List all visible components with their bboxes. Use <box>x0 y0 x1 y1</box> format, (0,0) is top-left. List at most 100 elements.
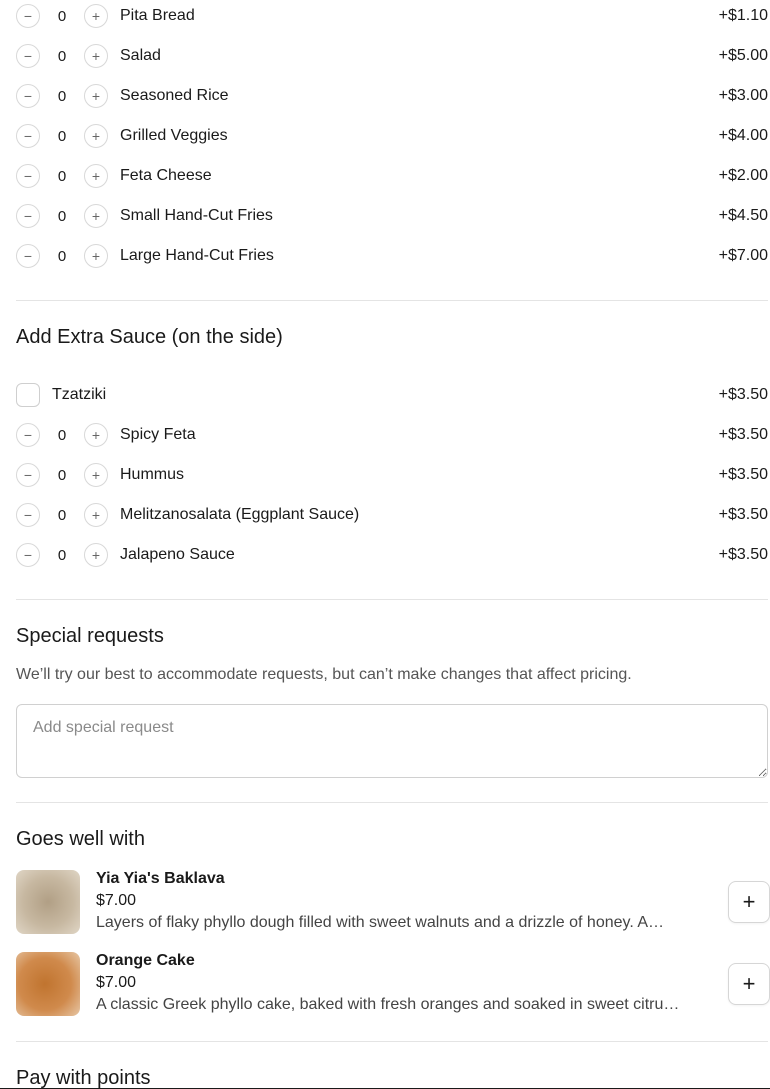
increment-button[interactable]: + <box>84 44 108 68</box>
plus-icon: + <box>91 507 101 523</box>
minus-icon: − <box>23 427 33 443</box>
add-item-button[interactable]: + <box>728 881 770 923</box>
decrement-button[interactable]: − <box>16 463 40 487</box>
option-price: +$2.00 <box>718 167 768 184</box>
quantity-value: 0 <box>57 546 67 564</box>
goes-well-with-title: Goes well with <box>16 828 145 850</box>
increment-button[interactable]: + <box>84 423 108 447</box>
increment-button[interactable]: + <box>84 4 108 28</box>
plus-icon: + <box>742 889 756 914</box>
recommendation-item: Orange Cake $7.00 A classic Greek phyllo… <box>16 952 770 1018</box>
plus-icon: + <box>91 48 101 64</box>
option-label: Salad <box>120 47 161 64</box>
decrement-button[interactable]: − <box>16 164 40 188</box>
sauce-option-row: − 0 + Jalapeno Sauce +$3.50 <box>16 539 768 571</box>
option-label: Pita Bread <box>120 7 195 24</box>
quantity-value: 0 <box>57 207 67 225</box>
plus-icon: + <box>91 467 101 483</box>
quantity-value: 0 <box>57 7 67 25</box>
special-request-input[interactable] <box>16 704 768 778</box>
add-item-button[interactable]: + <box>728 963 770 1005</box>
plus-icon: + <box>91 427 101 443</box>
section-divider <box>16 599 768 600</box>
option-label: Melitzanosalata (Eggplant Sauce) <box>120 506 360 523</box>
decrement-button[interactable]: − <box>16 503 40 527</box>
sauce-option-row: − 0 + Hummus +$3.50 <box>16 459 768 491</box>
item-price: $7.00 <box>96 892 137 909</box>
option-price: +$3.50 <box>718 426 768 443</box>
quantity-value: 0 <box>57 167 67 185</box>
option-price: +$5.00 <box>718 47 768 64</box>
plus-icon: + <box>91 168 101 184</box>
minus-icon: − <box>23 168 33 184</box>
item-image <box>16 952 80 1016</box>
decrement-button[interactable]: − <box>16 543 40 567</box>
increment-button[interactable]: + <box>84 503 108 527</box>
sauce-checkbox[interactable] <box>16 383 40 407</box>
option-price: +$7.00 <box>718 247 768 264</box>
increment-button[interactable]: + <box>84 164 108 188</box>
special-requests-note: We’ll try our best to accommodate reques… <box>16 666 632 683</box>
minus-icon: − <box>23 128 33 144</box>
minus-icon: − <box>23 248 33 264</box>
minus-icon: − <box>23 547 33 563</box>
plus-icon: + <box>742 971 756 996</box>
option-price: +$4.00 <box>718 127 768 144</box>
plus-icon: + <box>91 128 101 144</box>
special-requests-title: Special requests <box>16 625 164 647</box>
sauce-option-row: − 0 + Melitzanosalata (Eggplant Sauce) +… <box>16 499 768 531</box>
side-option-row: − 0 + Feta Cheese +$2.00 <box>16 160 768 192</box>
plus-icon: + <box>91 88 101 104</box>
option-label: Jalapeno Sauce <box>120 546 235 563</box>
quantity-value: 0 <box>57 87 67 105</box>
decrement-button[interactable]: − <box>16 84 40 108</box>
section-divider <box>16 300 768 301</box>
item-image <box>16 870 80 934</box>
minus-icon: − <box>23 88 33 104</box>
option-label: Large Hand-Cut Fries <box>120 247 274 264</box>
quantity-value: 0 <box>57 247 67 265</box>
option-label: Feta Cheese <box>120 167 212 184</box>
minus-icon: − <box>23 8 33 24</box>
decrement-button[interactable]: − <box>16 244 40 268</box>
side-option-row: − 0 + Grilled Veggies +$4.00 <box>16 120 768 152</box>
decrement-button[interactable]: − <box>16 44 40 68</box>
increment-button[interactable]: + <box>84 84 108 108</box>
side-option-row: − 0 + Salad +$5.00 <box>16 40 768 72</box>
side-option-row: − 0 + Seasoned Rice +$3.00 <box>16 80 768 112</box>
increment-button[interactable]: + <box>84 204 108 228</box>
option-label: Grilled Veggies <box>120 127 228 144</box>
option-price: +$1.10 <box>718 7 768 24</box>
side-option-row: − 0 + Pita Bread +$1.10 <box>16 0 768 32</box>
item-price: $7.00 <box>96 974 137 991</box>
plus-icon: + <box>91 8 101 24</box>
item-description: A classic Greek phyllo cake, baked with … <box>96 996 680 1013</box>
sauce-section-title: Add Extra Sauce (on the side) <box>16 326 283 348</box>
decrement-button[interactable]: − <box>16 423 40 447</box>
plus-icon: + <box>91 208 101 224</box>
option-price: +$3.50 <box>718 546 768 563</box>
item-description: Layers of flaky phyllo dough filled with… <box>96 914 665 931</box>
option-label: Hummus <box>120 466 185 483</box>
option-price: +$3.50 <box>718 466 768 483</box>
option-label: Small Hand-Cut Fries <box>120 207 273 224</box>
item-name: Orange Cake <box>96 952 195 969</box>
quantity-value: 0 <box>57 426 67 444</box>
decrement-button[interactable]: − <box>16 124 40 148</box>
plus-icon: + <box>91 547 101 563</box>
sauce-checkbox-row[interactable]: Tzatziki +$3.50 <box>16 379 768 411</box>
side-option-row: − 0 + Small Hand-Cut Fries +$4.50 <box>16 200 768 232</box>
quantity-value: 0 <box>57 47 67 65</box>
section-divider <box>16 802 768 803</box>
decrement-button[interactable]: − <box>16 204 40 228</box>
increment-button[interactable]: + <box>84 244 108 268</box>
quantity-value: 0 <box>57 506 67 524</box>
item-name: Yia Yia's Baklava <box>96 870 225 887</box>
option-label: Tzatziki <box>52 386 107 403</box>
increment-button[interactable]: + <box>84 463 108 487</box>
decrement-button[interactable]: − <box>16 4 40 28</box>
increment-button[interactable]: + <box>84 124 108 148</box>
side-option-row: − 0 + Large Hand-Cut Fries +$7.00 <box>16 240 768 272</box>
option-label: Seasoned Rice <box>120 87 229 104</box>
increment-button[interactable]: + <box>84 543 108 567</box>
